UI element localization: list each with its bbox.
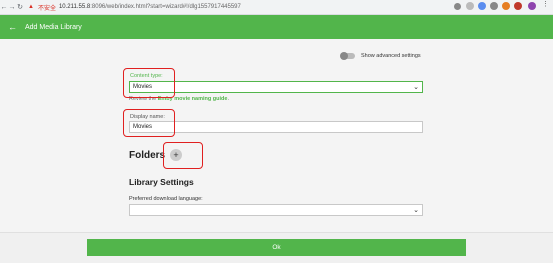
browser-forward-icon[interactable]: → xyxy=(8,4,16,11)
advanced-settings-toggle[interactable]: Show advanced settings xyxy=(340,52,421,60)
more-icon[interactable]: ⋮ xyxy=(542,1,550,10)
browser-toolbar: ← → ↻ ▲ 不安全 10.211.55.8:8096/web/index.h… xyxy=(0,0,553,15)
app-header: ← Add Media Library xyxy=(0,15,553,39)
download-language-select[interactable]: ⌄ xyxy=(129,204,423,216)
extension-icon[interactable] xyxy=(478,2,486,10)
url-path: :8096/web/index.html?start=wizard#!/dlg1… xyxy=(90,4,241,10)
advanced-settings-label: Show advanced settings xyxy=(361,53,421,59)
chevron-down-icon: ⌄ xyxy=(413,84,419,91)
profile-avatar[interactable] xyxy=(528,2,536,10)
address-bar[interactable]: 10.211.55.8:8096/web/index.html?start=wi… xyxy=(59,4,241,10)
security-warning-text[interactable]: 不安全 xyxy=(38,3,56,12)
extension-icon[interactable] xyxy=(490,2,498,10)
annotation-box xyxy=(123,109,175,137)
extension-icon[interactable] xyxy=(514,2,522,10)
annotation-box xyxy=(163,142,203,169)
extension-icon[interactable] xyxy=(502,2,510,10)
browser-back-icon[interactable]: ← xyxy=(0,4,8,11)
chevron-down-icon: ⌄ xyxy=(413,207,419,214)
url-host: 10.211.55.8 xyxy=(58,4,91,10)
star-icon[interactable] xyxy=(466,2,474,10)
hint-suffix: . xyxy=(227,96,229,102)
browser-reload-icon[interactable]: ↻ xyxy=(16,3,24,11)
security-warning-icon[interactable]: ▲ xyxy=(28,4,34,10)
toggle-switch[interactable] xyxy=(340,52,355,60)
download-language-label: Preferred download language: xyxy=(129,196,203,202)
library-settings-heading: Library Settings xyxy=(129,177,194,187)
arrow-left-icon[interactable]: ← xyxy=(8,22,17,32)
annotation-box xyxy=(123,68,175,98)
key-icon[interactable] xyxy=(454,3,461,10)
ok-button[interactable]: Ok xyxy=(87,239,466,256)
folders-heading: Folders xyxy=(129,150,166,161)
page-title: Add Media Library xyxy=(25,23,82,31)
